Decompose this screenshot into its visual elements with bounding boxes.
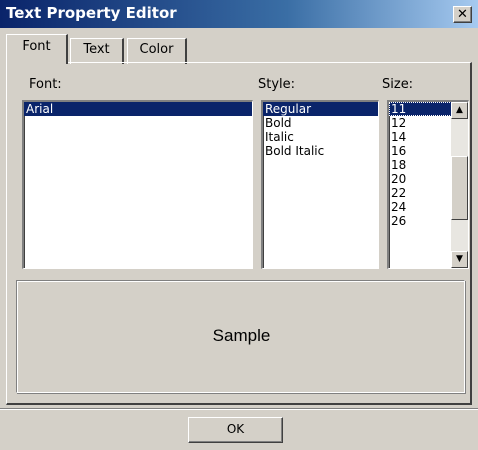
font-label: Font: xyxy=(29,77,62,92)
style-list-item[interactable]: Regular xyxy=(263,102,378,116)
footer-divider xyxy=(0,408,478,410)
close-icon: ✕ xyxy=(457,7,468,22)
font-list-item[interactable]: Arial xyxy=(24,102,252,116)
arrow-down-icon: ▼ xyxy=(456,254,463,264)
font-preview-box: Sample xyxy=(16,280,465,393)
sample-preview-text: Sample xyxy=(212,326,271,345)
window-title: Text Property Editor xyxy=(6,4,177,22)
style-list[interactable]: Regular Bold Italic Bold Italic xyxy=(261,100,379,269)
scroll-down-button[interactable]: ▼ xyxy=(451,251,468,268)
tab-font[interactable]: Font xyxy=(6,34,68,64)
tab-text[interactable]: Text xyxy=(70,38,124,64)
ok-button[interactable]: OK xyxy=(188,417,283,443)
tab-color-label: Color xyxy=(139,42,174,57)
size-list[interactable]: 11 12 14 16 18 20 22 24 26 ▲ ▼ xyxy=(387,100,469,269)
scroll-up-button[interactable]: ▲ xyxy=(451,102,468,119)
style-list-item[interactable]: Bold xyxy=(263,116,378,130)
close-button[interactable]: ✕ xyxy=(453,6,472,23)
style-list-item[interactable]: Italic xyxy=(263,130,378,144)
tab-font-label: Font xyxy=(22,39,51,54)
size-scrollbar[interactable]: ▲ ▼ xyxy=(451,102,468,268)
arrow-up-icon: ▲ xyxy=(456,105,463,115)
font-list[interactable]: Arial xyxy=(22,100,253,269)
scroll-thumb[interactable] xyxy=(451,156,468,220)
title-bar[interactable]: Text Property Editor ✕ xyxy=(0,0,478,28)
style-list-item[interactable]: Bold Italic xyxy=(263,144,378,158)
tab-text-label: Text xyxy=(83,42,110,57)
size-label: Size: xyxy=(382,77,414,92)
style-label: Style: xyxy=(258,77,296,92)
text-property-editor-window: Text Property Editor ✕ Font Text Color F… xyxy=(0,0,478,450)
ok-button-label: OK xyxy=(226,422,245,436)
tab-color[interactable]: Color xyxy=(127,38,187,64)
